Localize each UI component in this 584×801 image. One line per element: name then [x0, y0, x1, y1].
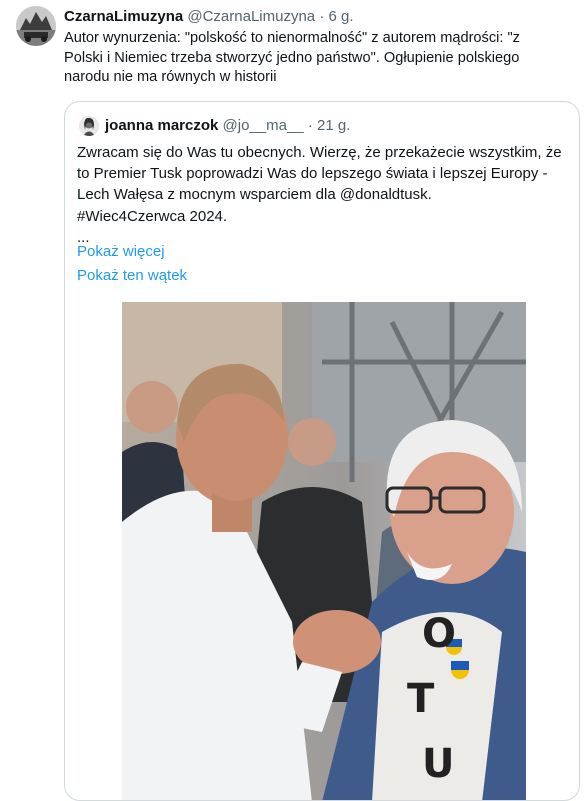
quote-author-avatar[interactable] — [79, 116, 99, 136]
tweet-time[interactable]: 6 g. — [329, 8, 354, 25]
avatar-image — [16, 6, 56, 46]
show-more-link[interactable]: Pokaż więcej — [77, 243, 165, 260]
tweet-text: Autor wynurzenia: "polskość to nienormal… — [64, 29, 574, 88]
quote-author-handle[interactable]: @jo__ma__ — [223, 117, 304, 134]
quote-author-name[interactable]: joanna marczok — [105, 117, 218, 134]
author-avatar[interactable] — [16, 6, 56, 46]
author-handle[interactable]: @CzarnaLimuzyna — [187, 8, 315, 25]
show-thread-link[interactable]: Pokaż ten wątek — [77, 267, 187, 284]
tweet-header: CzarnaLimuzyna @CzarnaLimuzyna · 6 g. — [64, 7, 354, 27]
quote-avatar-image — [79, 116, 99, 136]
tweet-text-line: narodu nie ma równych w historii — [64, 69, 277, 85]
tweet[interactable]: CzarnaLimuzyna @CzarnaLimuzyna · 6 g. Au… — [0, 0, 584, 801]
author-name[interactable]: CzarnaLimuzyna — [64, 8, 183, 25]
photo-image: O T U — [122, 302, 526, 800]
tweet-text-line: Autor wynurzenia: "polskość to nienormal… — [64, 30, 520, 46]
quote-text-line: #Wiec4Czerwca 2024. — [77, 207, 228, 225]
shirt-letter: U — [422, 741, 454, 787]
quote-text-line: Lech Wałęsa z mocnym wsparciem dla @dona… — [77, 186, 432, 204]
shirt-letter: O — [422, 611, 456, 657]
separator-dot: · — [319, 8, 325, 25]
quote-time[interactable]: 21 g. — [317, 117, 350, 134]
shirt-letter: T — [407, 676, 435, 722]
quote-text-line: to Premier Tusk poprowadzi Was do lepsze… — [77, 165, 548, 183]
quote-photo[interactable]: O T U — [122, 302, 526, 800]
quote-text: Zwracam się do Was tu obecnych. Wierzę, … — [77, 142, 573, 248]
quoted-tweet[interactable]: joanna marczok @jo__ma__ · 21 g. Zwracam… — [64, 101, 580, 801]
quote-header: joanna marczok @jo__ma__ · 21 g. — [105, 116, 350, 136]
tweet-text-line: Polski i Niemiec trzeba stworzyć jedno p… — [64, 49, 520, 66]
quote-separator-dot: · — [307, 117, 313, 134]
quote-text-line: Zwracam się do Was tu obecnych. Wierzę, … — [77, 144, 562, 161]
